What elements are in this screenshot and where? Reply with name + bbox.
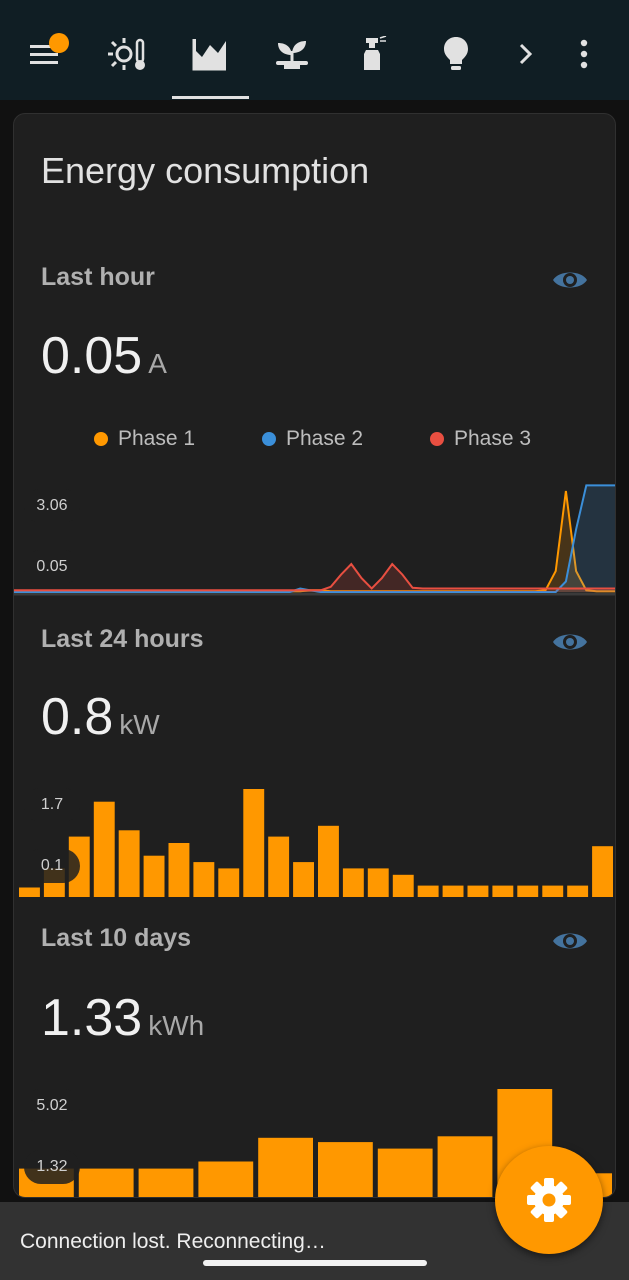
bar-7 xyxy=(168,843,190,897)
bar-11 xyxy=(268,836,290,897)
chevron-right-icon xyxy=(519,43,533,65)
bar-8 xyxy=(193,862,215,897)
sensor-name: Last hour xyxy=(41,263,155,291)
bar-3 xyxy=(138,1168,194,1197)
series-line-2 xyxy=(14,484,615,593)
spray-bottle-icon xyxy=(364,36,387,70)
menu-button[interactable] xyxy=(12,22,76,86)
legend-item-phase-3[interactable]: Phase 3 xyxy=(430,427,531,451)
y-axis-label-max: 1.7 xyxy=(24,788,80,822)
tab-garden[interactable] xyxy=(260,22,324,86)
notification-badge xyxy=(49,33,69,53)
bar-4 xyxy=(93,801,115,897)
sensor-unit: kWh xyxy=(148,1010,205,1041)
bar-10 xyxy=(243,789,265,897)
bar-chart-svg xyxy=(19,789,613,897)
sensor-name: Last 24 hours xyxy=(41,625,204,653)
line-chart-svg xyxy=(14,484,615,596)
bar-17 xyxy=(417,885,439,897)
bar-6 xyxy=(318,1142,373,1197)
bar-24 xyxy=(592,846,613,897)
tab-cleaning[interactable] xyxy=(342,22,406,86)
bar-2 xyxy=(78,1168,134,1197)
y-axis-label-max: 5.02 xyxy=(24,1089,80,1123)
bar-15 xyxy=(367,868,389,897)
energy-consumption-card: Energy consumption Last hour 0.05 A Phase… xyxy=(13,113,616,1198)
y-axis-label-max: 3.06 xyxy=(24,489,80,523)
active-tab-indicator xyxy=(172,96,249,99)
more-vert-icon xyxy=(580,39,588,69)
sensor-value: 0.05 A xyxy=(41,327,167,385)
y-axis-label-min: 0.05 xyxy=(24,550,80,584)
tab-climate[interactable] xyxy=(96,22,160,86)
sensor-last-hour[interactable]: Last hour 0.05 A Phase 1 Phase 2 Phase 3 … xyxy=(14,114,615,604)
bar-19 xyxy=(467,885,489,897)
sensor-value: 1.33 kWh xyxy=(41,989,205,1047)
energy-chart-icon xyxy=(192,39,226,71)
bar-12 xyxy=(293,862,314,897)
legend-item-phase-2[interactable]: Phase 2 xyxy=(262,427,363,451)
bar-6 xyxy=(143,855,165,897)
line-chart-last-hour: 3.06 0.05 xyxy=(14,479,615,599)
bar-1 xyxy=(19,887,40,897)
bar-16 xyxy=(392,874,414,897)
series-line-1 xyxy=(14,490,615,593)
sensor-value: 0.8 kW xyxy=(41,688,160,746)
tab-energy[interactable] xyxy=(178,22,242,86)
weather-icon xyxy=(108,38,145,70)
eye-icon[interactable] xyxy=(552,928,588,954)
plant-icon xyxy=(276,41,308,69)
bar-9 xyxy=(218,868,240,897)
bar-chart-last-24-hours: 1.7 0.1 xyxy=(14,774,615,899)
sensor-unit: A xyxy=(148,348,167,379)
settings-gear-icon xyxy=(527,1178,571,1222)
settings-fab[interactable] xyxy=(495,1146,603,1254)
top-app-bar xyxy=(0,0,629,100)
bar-20 xyxy=(492,885,514,897)
sensor-name: Last 10 days xyxy=(41,924,192,952)
bar-8 xyxy=(437,1136,493,1197)
series-area-1 xyxy=(14,491,615,592)
tab-lights[interactable] xyxy=(424,22,488,86)
y-axis-label-min: 0.1 xyxy=(24,849,80,883)
overflow-menu-button[interactable] xyxy=(552,22,616,86)
bar-5 xyxy=(258,1137,313,1197)
bar-4 xyxy=(198,1161,254,1197)
eye-icon[interactable] xyxy=(552,267,588,293)
bar-14 xyxy=(342,868,364,897)
bar-5 xyxy=(118,830,140,897)
legend-item-phase-1[interactable]: Phase 1 xyxy=(94,427,195,451)
home-indicator[interactable] xyxy=(203,1260,427,1266)
y-axis-label-min: 1.32 xyxy=(24,1150,80,1184)
bar-23 xyxy=(567,885,589,897)
chart-legend: Phase 1 Phase 2 Phase 3 xyxy=(14,427,615,453)
bar-13 xyxy=(318,825,339,897)
series-area-2 xyxy=(14,485,615,592)
eye-icon[interactable] xyxy=(552,629,588,655)
bar-22 xyxy=(542,885,564,897)
lightbulb-icon xyxy=(444,37,468,70)
snackbar-message: Connection lost. Reconnecting… xyxy=(20,1230,326,1253)
bar-18 xyxy=(442,885,464,897)
bar-21 xyxy=(517,885,539,897)
sensor-last-24-hours[interactable]: Last 24 hours 0.8 kW 1.7 0.1 xyxy=(14,604,615,904)
sensor-unit: kW xyxy=(119,709,160,740)
series-line-3 xyxy=(14,562,615,592)
bar-7 xyxy=(377,1148,433,1197)
scroll-tabs-right-button[interactable] xyxy=(494,22,558,86)
